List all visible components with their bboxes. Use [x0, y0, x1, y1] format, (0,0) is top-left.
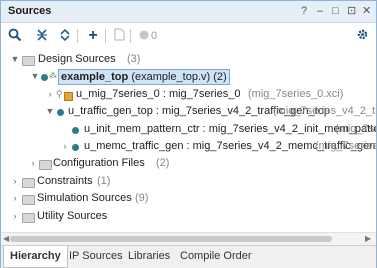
module-icon [72, 127, 79, 134]
sources-window: Sources ? – □ ⊡ ✕ + 0 ▼ Design Sources (… [0, 0, 377, 268]
toolbar-separator [130, 29, 131, 43]
expand-arrow-icon[interactable]: › [10, 211, 20, 221]
module-icon [72, 144, 79, 151]
tree-detail: (mig_7series_v [315, 140, 376, 152]
tree-label: Design Sources [38, 53, 116, 65]
tree-label: Configuration Files [53, 157, 145, 169]
tree-label: Constraints [37, 175, 93, 187]
expand-arrow-icon[interactable]: › [28, 158, 38, 168]
tree-row-simulation[interactable]: › Simulation Sources (9) [1, 190, 376, 208]
collapse-arrow-icon[interactable]: ▼ [10, 54, 20, 64]
folder-icon [22, 213, 35, 223]
collapse-arrow-icon[interactable]: ▼ [45, 106, 55, 116]
tree-label: Simulation Sources [37, 192, 132, 204]
expand-arrow-icon[interactable]: › [10, 193, 20, 203]
folder-icon [22, 178, 35, 188]
sources-tree: ▼ Design Sources (3) ▼ ⁂ example_top (ex… [1, 49, 376, 232]
folder-icon [39, 160, 52, 170]
folder-icon [22, 195, 35, 205]
tree-row-example-top[interactable]: ▼ ⁂ example_top (example_top.v) (2) [1, 68, 376, 86]
horizontal-scrollbar[interactable]: ◀ ▶ [1, 232, 376, 245]
tree-row-u-memc[interactable]: › u_memc_traffic_gen : mig_7series_v4_2_… [1, 138, 377, 156]
scrollbar-thumb[interactable] [10, 236, 332, 242]
hierarchy-icon: ⁂ [49, 71, 57, 80]
ip-core-icon [64, 92, 73, 101]
tree-count: (1) [97, 175, 111, 187]
top-module-icon [41, 74, 48, 81]
tree-label: example_top [61, 71, 129, 83]
folder-icon [22, 56, 35, 66]
tree-count: (2) [156, 157, 170, 169]
tree-count: (9) [135, 192, 149, 204]
tab-libraries[interactable]: Libraries [122, 246, 176, 266]
tab-hierarchy[interactable]: Hierarchy [3, 246, 68, 268]
minimize-icon[interactable]: – [317, 4, 323, 18]
tree-detail: (mig_7series_0.xci) [248, 88, 344, 100]
expand-arrow-icon[interactable]: › [60, 141, 70, 151]
tree-row-u-traffic-gen-top[interactable]: ▼ u_traffic_gen_top : mig_7series_v4_2_t… [1, 103, 376, 121]
tree-row-constraints[interactable]: › Constraints (1) [1, 173, 376, 191]
toolbar-separator [77, 29, 78, 43]
help-icon[interactable]: ? [301, 4, 307, 18]
file-icon[interactable] [111, 28, 127, 44]
status-circle-icon [136, 28, 152, 44]
tree-row-u-init-mem[interactable]: u_init_mem_pattern_ctr : mig_7series_v4_… [1, 121, 376, 139]
expand-arrow-icon[interactable]: › [10, 176, 20, 186]
module-icon [57, 109, 64, 116]
search-icon[interactable] [7, 28, 23, 44]
tree-label: u_init_mem_pattern_ctr : mig_7series_v4_… [84, 123, 376, 135]
restore-icon[interactable]: □ [332, 4, 339, 18]
scroll-right-icon[interactable]: ▶ [365, 233, 371, 245]
tree-row-design-sources[interactable]: ▼ Design Sources (3) [1, 51, 376, 69]
tree-detail: (mig_7series_v4_2_traffi [273, 105, 376, 117]
tab-ip-sources[interactable]: IP Sources [63, 246, 129, 266]
tree-row-utility[interactable]: › Utility Sources [1, 208, 376, 226]
toolbar-separator [105, 29, 106, 43]
title-bar: Sources ? – □ ⊡ ✕ [1, 1, 376, 23]
tree-row-u-mig[interactable]: › ⚲ u_mig_7series_0 : mig_7series_0 (mig… [1, 86, 376, 104]
collapse-arrow-icon[interactable]: ▼ [30, 71, 40, 81]
tree-selected-item[interactable]: example_top (example_top.v) (2) [58, 69, 230, 85]
tab-compile-order[interactable]: Compile Order [174, 246, 258, 266]
add-sources-icon[interactable]: + [85, 28, 101, 44]
collapse-all-icon[interactable] [34, 28, 50, 44]
tree-label: Utility Sources [37, 210, 108, 222]
tree-detail: (mig_7se [335, 123, 376, 135]
toolbar: + 0 [1, 24, 376, 48]
tab-bar: Hierarchy IP Sources Libraries Compile O… [1, 245, 376, 268]
tree-row-config-files[interactable]: › Configuration Files (2) [1, 155, 376, 173]
panel-title: Sources [8, 5, 52, 17]
scroll-left-icon[interactable]: ◀ [3, 233, 9, 245]
ip-link-icon: ⚲ [56, 89, 63, 99]
tree-detail: (example_top.v) (2) [131, 71, 227, 83]
tree-count: (3) [127, 53, 141, 65]
expand-arrow-icon[interactable]: › [45, 89, 55, 99]
tree-label: u_mig_7series_0 : mig_7series_0 [76, 88, 241, 100]
gear-icon[interactable] [354, 28, 370, 44]
expand-all-icon[interactable] [57, 28, 73, 44]
status-count: 0 [151, 30, 158, 42]
close-icon[interactable]: ✕ [362, 4, 371, 18]
maximize-icon[interactable]: ⊡ [347, 4, 356, 18]
